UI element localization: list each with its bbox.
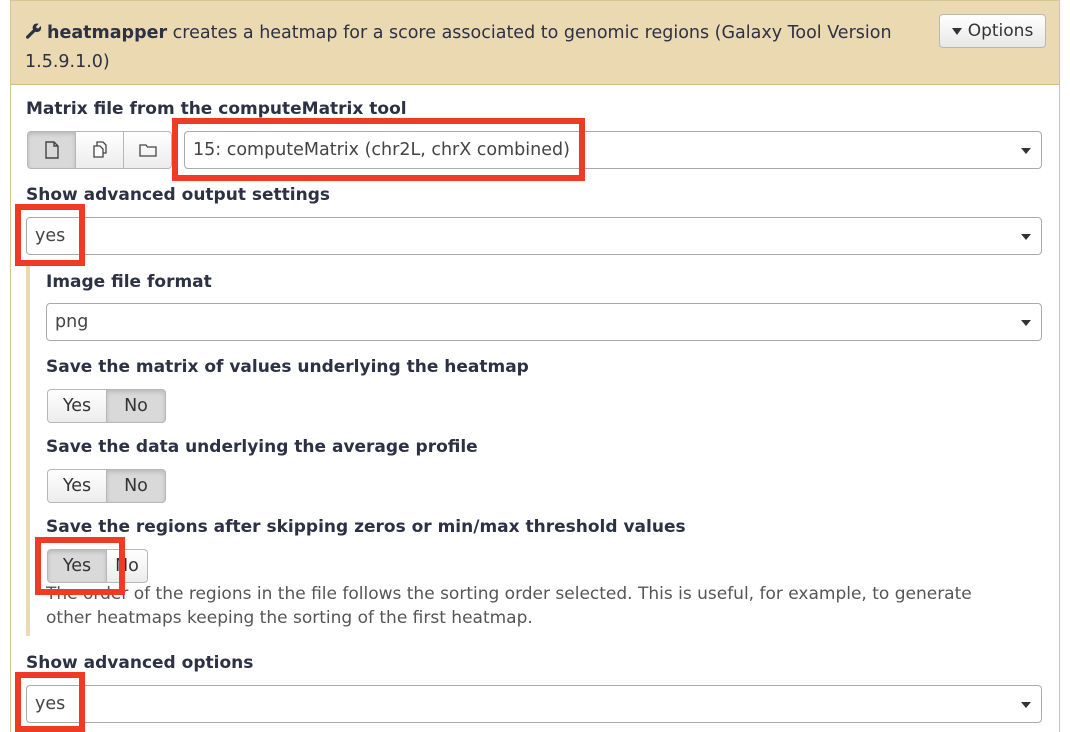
save-matrix-no-button[interactable]: No xyxy=(106,389,166,423)
multiple-datasets-icon xyxy=(92,141,107,158)
save-matrix-yes-button[interactable]: Yes xyxy=(47,389,107,423)
caret-down-icon xyxy=(1021,320,1031,326)
folder-icon xyxy=(138,144,157,157)
nested-section-bar xyxy=(26,264,30,636)
matrix-label: Matrix file from the computeMatrix tool xyxy=(26,99,407,119)
image-format-label: Image file format xyxy=(46,272,212,292)
matrix-selected-value: 15: computeMatrix (chr2L, chrX combined) xyxy=(193,140,570,160)
caret-down-icon xyxy=(1021,234,1031,240)
save-regions-no-button[interactable]: No xyxy=(106,549,148,583)
single-dataset-icon xyxy=(44,141,59,159)
advanced-options-select[interactable]: yes xyxy=(26,685,1042,723)
advanced-output-value: yes xyxy=(35,226,66,246)
caret-down-icon xyxy=(1021,702,1031,708)
save-matrix-toggle: Yes No xyxy=(47,389,166,423)
options-button[interactable]: Options xyxy=(939,14,1046,48)
save-matrix-label: Save the matrix of values underlying the… xyxy=(46,357,529,377)
advanced-output-select[interactable]: yes xyxy=(26,217,1042,255)
save-regions-yes-button[interactable]: Yes xyxy=(47,549,107,583)
save-regions-help: The order of the regions in the file fol… xyxy=(46,584,972,628)
save-profile-toggle: Yes No xyxy=(47,469,166,503)
multiple-datasets-button[interactable] xyxy=(75,131,124,169)
options-label: Options xyxy=(967,21,1034,41)
save-regions-label: Save the regions after skipping zeros or… xyxy=(46,517,686,537)
advanced-output-label: Show advanced output settings xyxy=(26,185,330,205)
caret-down-icon xyxy=(1021,148,1031,154)
save-profile-label: Save the data underlying the average pro… xyxy=(46,437,478,457)
dataset-collection-button[interactable] xyxy=(123,131,172,169)
image-format-select[interactable]: png xyxy=(46,303,1042,341)
wrench-icon xyxy=(25,23,42,39)
advanced-options-label: Show advanced options xyxy=(26,653,254,673)
matrix-select[interactable]: 15: computeMatrix (chr2L, chrX combined) xyxy=(184,131,1042,169)
image-format-value: png xyxy=(55,312,89,332)
single-dataset-button[interactable] xyxy=(27,131,76,169)
tool-title: heatmapper creates a heatmap for a score… xyxy=(25,19,925,77)
save-profile-yes-button[interactable]: Yes xyxy=(47,469,107,503)
advanced-options-value: yes xyxy=(35,694,66,714)
dataset-source-buttons xyxy=(27,131,172,169)
caret-down-icon xyxy=(951,27,962,35)
save-regions-toggle: Yes No xyxy=(47,549,148,583)
save-profile-no-button[interactable]: No xyxy=(106,469,166,503)
tool-header: heatmapper creates a heatmap for a score… xyxy=(11,1,1059,85)
tool-name: heatmapper xyxy=(47,23,168,43)
